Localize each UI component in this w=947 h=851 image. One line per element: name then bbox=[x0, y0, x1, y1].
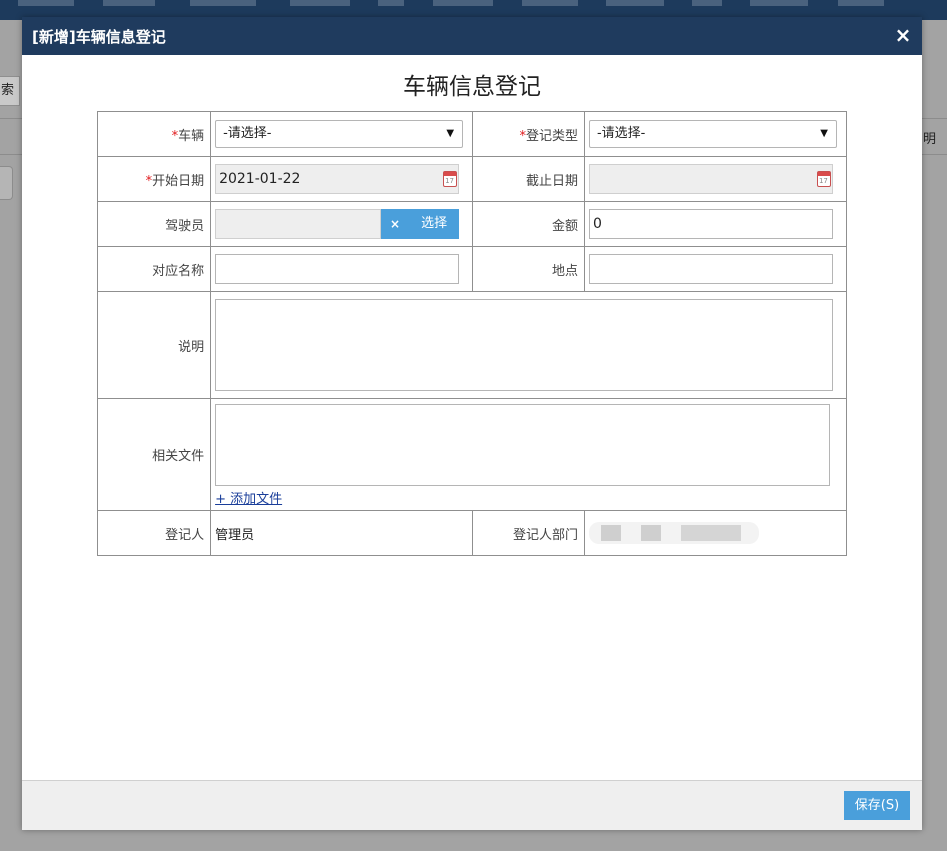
vehicle-register-dialog: [新增]车辆信息登记 × 车辆信息登记 *车辆 -请选择- ▼ *登记类型 -请… bbox=[22, 17, 922, 830]
start-date-label-text: 开始日期 bbox=[152, 173, 205, 189]
vehicle-register-form: *车辆 -请选择- ▼ *登记类型 -请选择- ▼ *开始日期 2021-01-… bbox=[96, 111, 848, 556]
start-date-input[interactable]: 2021-01-22 bbox=[215, 164, 460, 194]
vehicle-select[interactable]: -请选择- ▼ bbox=[215, 120, 464, 148]
vehicle-select-value: -请选择- bbox=[223, 126, 272, 141]
calendar-icon[interactable] bbox=[443, 171, 458, 187]
driver-picker: × 选择 bbox=[215, 209, 460, 239]
files-list bbox=[215, 404, 831, 486]
background-column-label: 明 bbox=[923, 132, 937, 147]
background-search-button: 索 bbox=[0, 76, 20, 106]
description-label: 说明 bbox=[96, 291, 212, 399]
driver-select-button[interactable]: 选择 bbox=[409, 209, 460, 239]
description-textarea[interactable] bbox=[215, 299, 834, 391]
counterparty-label: 对应名称 bbox=[96, 246, 212, 292]
end-date-input[interactable] bbox=[588, 164, 833, 194]
counterparty-input[interactable] bbox=[215, 254, 460, 284]
end-date-label: 截止日期 bbox=[472, 156, 585, 202]
start-date-label: *开始日期 bbox=[96, 156, 212, 202]
location-input[interactable] bbox=[588, 254, 833, 284]
files-label: 相关文件 bbox=[96, 398, 212, 511]
dropdown-arrow-icon: ▼ bbox=[820, 128, 828, 139]
add-file-link[interactable]: + 添加文件 bbox=[215, 488, 282, 507]
driver-field[interactable] bbox=[215, 209, 382, 239]
driver-clear-button[interactable]: × bbox=[381, 209, 410, 239]
registrant-label: 登记人 bbox=[96, 510, 212, 556]
dialog-title: [新增]车辆信息登记 bbox=[32, 28, 166, 46]
register-type-label-text: 登记类型 bbox=[525, 128, 578, 144]
location-label: 地点 bbox=[472, 246, 585, 292]
save-button[interactable]: 保存(S) bbox=[844, 791, 910, 820]
amount-label: 金额 bbox=[472, 201, 585, 247]
calendar-icon[interactable] bbox=[816, 171, 831, 187]
amount-input[interactable]: 0 bbox=[588, 209, 833, 239]
close-icon[interactable]: × bbox=[893, 24, 913, 46]
dialog-footer: 保存(S) bbox=[22, 780, 922, 830]
form-heading: 车辆信息登记 bbox=[403, 74, 541, 100]
vehicle-label-text: 车辆 bbox=[178, 128, 205, 144]
register-type-select-value: -请选择- bbox=[596, 126, 646, 141]
registrant-dept-value-redacted bbox=[588, 522, 759, 544]
background-button-stub bbox=[0, 166, 13, 200]
registrant-value: 管理员 bbox=[215, 527, 255, 543]
dialog-header: [新增]车辆信息登记 × bbox=[22, 17, 922, 55]
register-type-select[interactable]: -请选择- ▼ bbox=[588, 120, 837, 148]
driver-label: 驾驶员 bbox=[96, 201, 212, 247]
register-type-label: *登记类型 bbox=[472, 111, 585, 157]
start-date-value: 2021-01-22 bbox=[219, 171, 301, 187]
registrant-dept-label: 登记人部门 bbox=[472, 510, 585, 556]
vehicle-label: *车辆 bbox=[96, 111, 212, 157]
dropdown-arrow-icon: ▼ bbox=[446, 128, 455, 139]
